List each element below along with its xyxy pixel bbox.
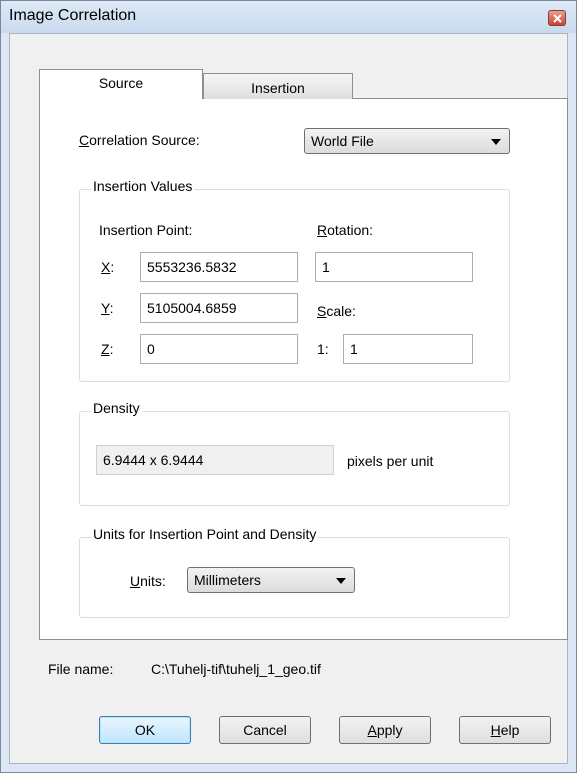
title-bar[interactable]: Image Correlation xyxy=(1,1,576,33)
scale-field[interactable]: 1 xyxy=(343,334,473,364)
y-label: Y: xyxy=(101,300,114,316)
density-unit-label: pixels per unit xyxy=(347,453,434,469)
x-field[interactable]: 5553236.5832 xyxy=(140,252,298,282)
y-field[interactable]: 5105004.6859 xyxy=(140,293,298,323)
units-value: Millimeters xyxy=(194,572,261,588)
image-correlation-window: Image Correlation Source Insertion Corre… xyxy=(0,0,577,773)
scale-label: Scale: xyxy=(317,303,356,319)
close-button[interactable] xyxy=(548,10,566,26)
correlation-source-value: World File xyxy=(311,133,374,149)
density-title: Density xyxy=(91,400,142,416)
file-name-value: C:\Tuhelj-tif\tuhelj_1_geo.tif xyxy=(151,661,321,677)
apply-button[interactable]: Apply xyxy=(339,716,431,744)
insertion-point-label: Insertion Point: xyxy=(99,222,193,238)
window-title: Image Correlation xyxy=(9,7,137,24)
units-title: Units for Insertion Point and Density xyxy=(91,526,319,542)
rotation-label: Rotation: xyxy=(317,222,374,238)
x-label: X: xyxy=(101,259,115,275)
tab-source-label: Source xyxy=(98,75,144,91)
ok-button[interactable]: OK xyxy=(99,716,191,744)
rotation-field[interactable]: 1 xyxy=(315,252,473,282)
z-label: Z: xyxy=(101,341,114,357)
tab-source[interactable]: Source xyxy=(39,69,203,99)
help-button[interactable]: Help xyxy=(459,716,551,744)
insertion-values-title: Insertion Values xyxy=(91,178,195,194)
chevron-down-icon xyxy=(491,139,501,145)
correlation-source-label: Correlation Source: xyxy=(79,132,200,148)
density-field: 6.9444 x 6.9444 xyxy=(96,445,334,475)
correlation-source-select[interactable]: World File xyxy=(304,128,510,154)
file-name-label: File name: xyxy=(48,661,114,677)
chevron-down-icon xyxy=(336,578,346,584)
z-field[interactable]: 0 xyxy=(140,334,298,364)
units-select[interactable]: Millimeters xyxy=(187,567,355,593)
scale-prefix: 1: xyxy=(317,341,329,357)
tab-insertion-label: Insertion xyxy=(251,80,305,96)
cancel-button[interactable]: Cancel xyxy=(219,716,311,744)
units-label: Units: xyxy=(130,573,166,589)
close-icon xyxy=(553,14,562,23)
tab-insertion[interactable]: Insertion xyxy=(203,73,353,99)
